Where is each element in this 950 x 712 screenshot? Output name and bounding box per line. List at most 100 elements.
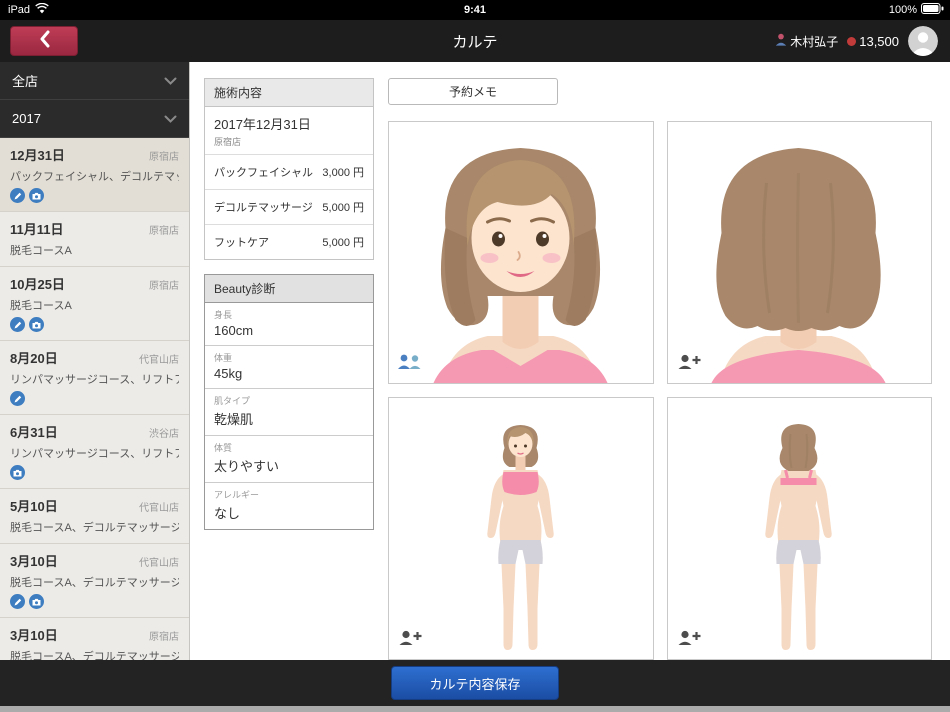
app-screen: iPad 9:41 100% (0, 0, 950, 712)
visit-item[interactable]: 8月20日 代官山店 リンパマッサージコース、リフトアップ (0, 341, 189, 415)
treatment-name: フットケア (214, 234, 269, 250)
visit-treatment: リンパマッサージコース、リフトアップ (10, 371, 179, 387)
photo-badge-icon (10, 465, 25, 480)
visit-date: 6月31日 (10, 422, 58, 441)
user-icon (775, 33, 787, 49)
device-label: iPad (8, 4, 30, 16)
beauty-field-value: 160cm (214, 323, 364, 338)
add-photo-icon[interactable] (676, 629, 702, 651)
beauty-field-label: 体質 (214, 441, 364, 454)
photo-panel-face-front[interactable] (388, 121, 654, 384)
treatment-name: デコルテマッサージ (214, 199, 313, 215)
treatment-store: 原宿店 (214, 135, 364, 148)
visit-item[interactable]: 11月11日 原宿店 脱毛コースA (0, 212, 189, 267)
treatment-row: パックフェイシャル 3,000 円 (205, 154, 373, 189)
back-button[interactable] (10, 26, 78, 56)
save-karte-button[interactable]: カルテ内容保存 (391, 666, 559, 700)
sidebar: 全店 2017 12月31日原宿店 パックフェイシャル、デコルテマッサージ 11… (0, 62, 190, 660)
visit-store: 代官山店 (139, 499, 179, 514)
home-strip (0, 706, 950, 712)
visit-item[interactable]: 10月25日 原宿店 脱毛コースA (0, 267, 189, 341)
photo-badge-icon (29, 317, 44, 332)
photo-compare-icon[interactable] (397, 353, 423, 375)
wifi-icon (35, 3, 49, 17)
beauty-field-value: 乾燥肌 (214, 409, 364, 428)
photo-panel-face-back[interactable] (667, 121, 933, 384)
photo-panel-body-back[interactable] (667, 397, 933, 660)
visit-store: 原宿店 (149, 277, 179, 292)
treatment-panel: 施術内容 2017年12月31日 原宿店 パックフェイシャル 3,000 円 デ… (204, 78, 374, 260)
beauty-field: 体質 太りやすい (205, 435, 373, 482)
memo-badge-icon (10, 594, 25, 609)
points-chip: 13,500 (847, 34, 899, 49)
store-filter-label: 全店 (12, 71, 38, 90)
visit-treatment: 脱毛コースA (10, 242, 179, 258)
beauty-field-label: 身長 (214, 308, 364, 321)
visit-store: 原宿店 (149, 628, 179, 643)
beauty-panel: Beauty診断 身長 160cm 体重 45kg 肌タイプ 乾燥肌 体質 (204, 274, 374, 530)
avatar[interactable] (908, 26, 938, 56)
beauty-field-value: 45kg (214, 366, 364, 381)
reservation-memo-button[interactable]: 予約メモ (388, 78, 558, 105)
visit-store: 原宿店 (149, 148, 179, 163)
treatment-date: 2017年12月31日 (214, 114, 364, 133)
memo-badge-icon (10, 188, 25, 203)
visit-store: 代官山店 (139, 351, 179, 366)
detail-column: 施術内容 2017年12月31日 原宿店 パックフェイシャル 3,000 円 デ… (204, 78, 374, 660)
main-content: 施術内容 2017年12月31日 原宿店 パックフェイシャル 3,000 円 デ… (190, 62, 950, 660)
photo-panel-body-front[interactable] (388, 397, 654, 660)
visit-date: 5月10日 (10, 496, 58, 515)
treatment-name: パックフェイシャル (214, 164, 313, 180)
beauty-panel-title: Beauty診断 (205, 275, 373, 303)
photo-badge-icon (29, 188, 44, 203)
visit-store: 代官山店 (139, 554, 179, 569)
battery-percent: 100% (889, 4, 917, 16)
body-front-illustration (403, 404, 638, 659)
memo-badge-icon (10, 391, 25, 406)
body: 全店 2017 12月31日原宿店 パックフェイシャル、デコルテマッサージ 11… (0, 62, 950, 660)
chevron-down-icon (164, 111, 177, 126)
visit-date: 8月20日 (10, 348, 58, 367)
treatment-price: 5,000 円 (322, 234, 364, 250)
add-photo-icon[interactable] (676, 353, 702, 375)
add-photo-icon[interactable] (397, 629, 423, 651)
beauty-field-label: 肌タイプ (214, 394, 364, 407)
visit-date: 10月25日 (10, 274, 65, 293)
year-filter-label: 2017 (12, 111, 41, 126)
store-filter[interactable]: 全店 (0, 62, 189, 100)
beauty-field-value: 太りやすい (214, 456, 364, 475)
battery-icon (921, 3, 944, 17)
visit-item[interactable]: 6月31日 渋谷店 リンパマッサージコース、リフトアップ (0, 415, 189, 489)
visit-treatment: 脱毛コースA、デコルテマッサージ (10, 519, 179, 535)
beauty-field-label: 体重 (214, 351, 364, 364)
visit-date: 3月10日 (10, 625, 58, 644)
face-back-illustration (682, 128, 917, 383)
visit-treatment: 脱毛コースA、デコルテマッサージ (10, 648, 179, 660)
chevron-down-icon (164, 73, 177, 88)
customer-name: 木村弘子 (790, 33, 838, 50)
visit-item[interactable]: 12月31日 原宿店 パックフェイシャル、デコルテマッサージ (0, 138, 189, 212)
visit-store: 原宿店 (149, 222, 179, 237)
customer-chip: 木村弘子 (775, 33, 838, 50)
points-icon (847, 37, 856, 46)
treatment-panel-title: 施術内容 (205, 79, 373, 107)
status-bar: iPad 9:41 100% (0, 0, 950, 20)
visit-item[interactable]: 3月10日 原宿店 脱毛コースA、デコルテマッサージ (0, 618, 189, 660)
visit-treatment: 脱毛コースA (10, 297, 179, 313)
visit-date: 11月11日 (10, 219, 64, 238)
year-filter[interactable]: 2017 (0, 100, 189, 138)
visit-item[interactable]: 3月10日代官山店 脱毛コースA、デコルテマッサージ (0, 544, 189, 618)
visit-item[interactable]: 5月10日 代官山店 脱毛コースA、デコルテマッサージ (0, 489, 189, 544)
visit-treatment: パックフェイシャル、デコルテマッサージ (10, 168, 179, 184)
photo-column: 予約メモ (388, 78, 932, 660)
chevron-left-icon (39, 30, 50, 53)
beauty-field-label: アレルギー (214, 488, 364, 501)
beauty-field-value: なし (214, 503, 364, 522)
bottom-bar: カルテ内容保存 (0, 660, 950, 706)
visit-store: 渋谷店 (149, 425, 179, 440)
points-value: 13,500 (859, 34, 899, 49)
visit-treatment: リンパマッサージコース、リフトアップ (10, 445, 179, 461)
beauty-field: 体重 45kg (205, 345, 373, 388)
visit-date: 12月31日 (10, 145, 65, 164)
treatment-row: フットケア 5,000 円 (205, 224, 373, 259)
